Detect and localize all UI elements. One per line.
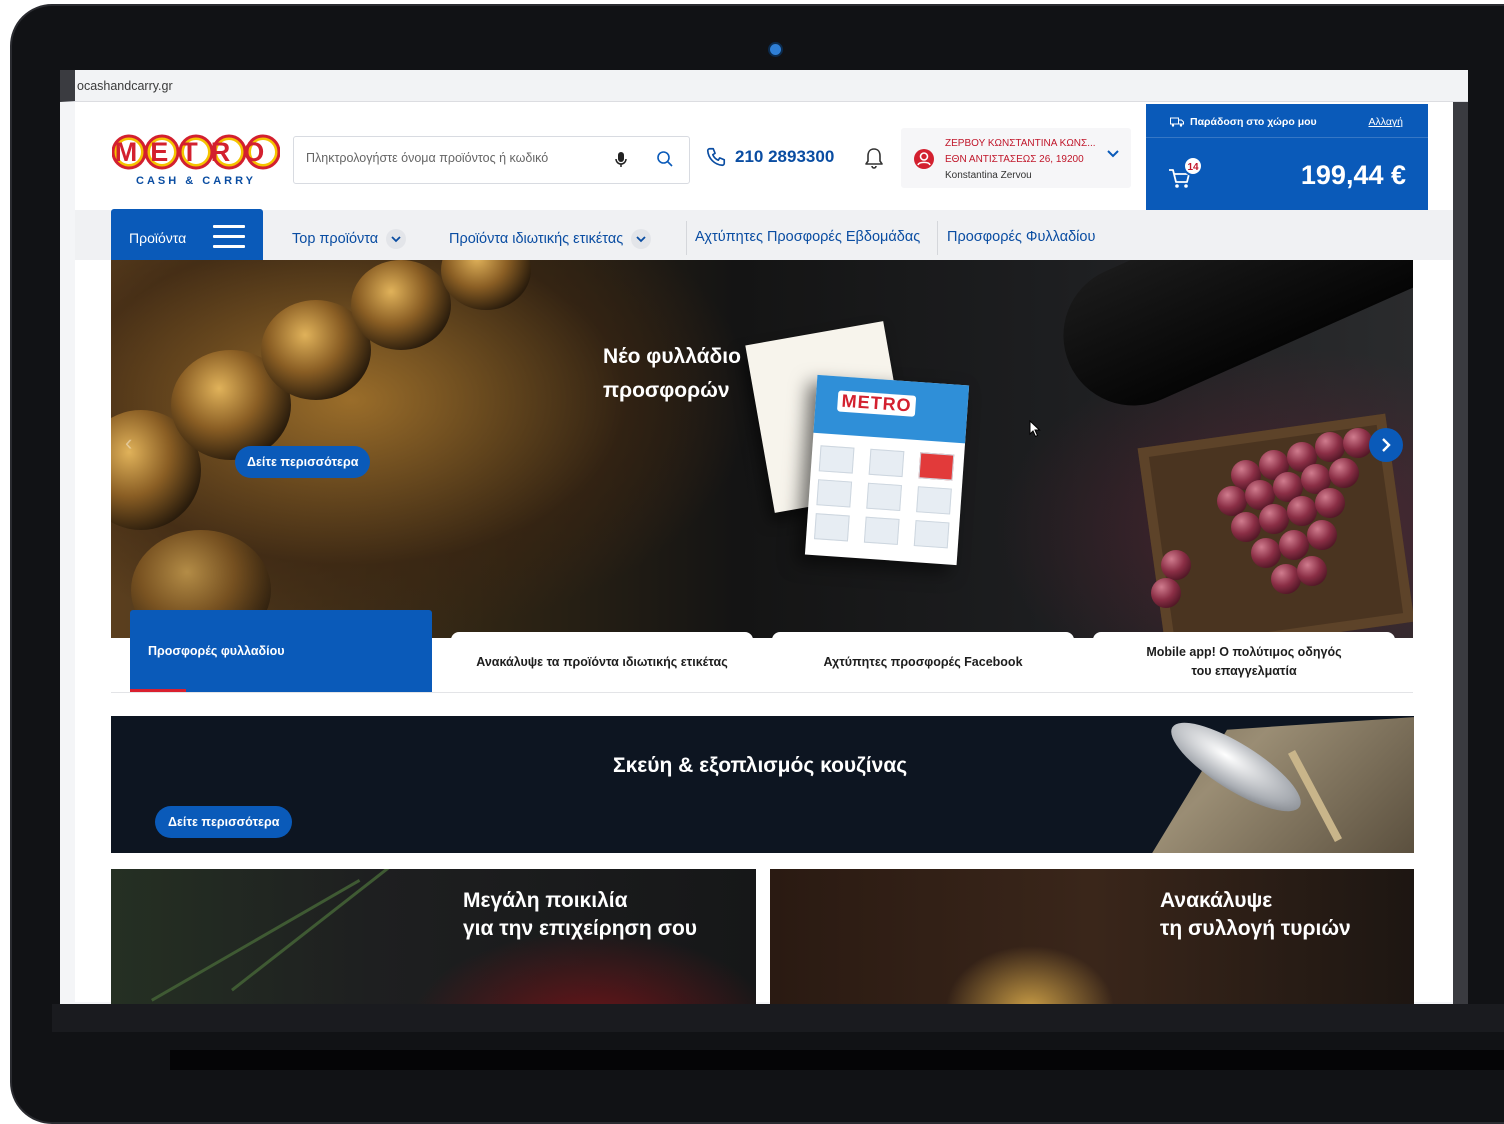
- divider: [111, 692, 1413, 693]
- chevron-down-icon: [386, 229, 407, 249]
- tab-facebook-offers[interactable]: Αχτύπητες προσφορές Facebook: [772, 632, 1074, 692]
- phone-icon: [706, 147, 726, 167]
- account-user: Konstantina Zervou: [945, 170, 1032, 181]
- delivery-option[interactable]: Παράδοση στο χώρο μου: [1170, 116, 1317, 128]
- cart-panel: Παράδοση στο χώρο μου Αλλαγή 14 199,44 €: [1146, 104, 1428, 214]
- card-title: Ανακάλυψε τη συλλογή τυριών: [1160, 887, 1351, 943]
- hero-image-element: [1279, 530, 1309, 560]
- url-text: ocashandcarry.gr: [77, 79, 173, 93]
- truck-icon: [1170, 117, 1184, 127]
- banner-see-more-button[interactable]: Δείτε περισσότερα: [155, 806, 293, 838]
- brochure-logo: METRO: [836, 390, 917, 417]
- hero-image-element: [1251, 538, 1281, 568]
- hero-image-element: [1259, 504, 1289, 534]
- brochure-image: METRO: [804, 374, 970, 566]
- account-address: ΕΘΝ ΑΝΤΙΣΤΑΣΕΩΣ 26, 19200: [945, 154, 1084, 165]
- tab-label: Mobile app! Ο πολύτιμος οδηγός του επαγγ…: [1146, 645, 1342, 678]
- tab-label: Ανακάλυψε τα προϊόντα ιδιωτικής ετικέτας: [476, 654, 728, 669]
- hero-image-element: [1231, 512, 1261, 542]
- account-selector[interactable]: ΖΕΡΒΟΥ ΚΩΝΣΤΑΝΤΙΝΑ ΚΩΝΣ... ΕΘΝ ΑΝΤΙΣΤΑΣΕ…: [901, 128, 1131, 188]
- hero-image-element: [1151, 578, 1181, 608]
- tab-mobile-app[interactable]: Mobile app! Ο πολύτιμος οδηγός του επαγγ…: [1093, 632, 1395, 692]
- hamburger-icon: [213, 225, 245, 255]
- kitchen-equipment-banner[interactable]: Σκεύη & εξοπλισμός κουζίνας Δείτε περισσ…: [111, 716, 1414, 853]
- card-title-line: για την επιχείρηση σου: [463, 917, 698, 940]
- card-title-line: τη συλλογή τυριών: [1160, 917, 1351, 940]
- logo-subtext: CASH & CARRY: [136, 175, 256, 187]
- hero-carousel[interactable]: METRO Νέο φυλλάδιο προσφορών Δείτε περισ…: [111, 260, 1413, 638]
- hero-image-element: [1297, 556, 1327, 586]
- tab-private-label[interactable]: Ανακάλυψε τα προϊόντα ιδιωτικής ετικέτας: [451, 632, 753, 692]
- hero-image-element: [1041, 260, 1413, 428]
- nav-private-label[interactable]: Προϊόντα ιδιωτικής ετικέτας: [449, 229, 652, 249]
- search-input[interactable]: [306, 151, 596, 165]
- address-bar[interactable]: ocashandcarry.gr: [60, 70, 1468, 102]
- products-label: Προϊόντα: [129, 230, 187, 246]
- laptop-base: [170, 1050, 1504, 1070]
- hero-image-element: [441, 260, 531, 310]
- hero-image-element: [1161, 550, 1191, 580]
- nav-label: Top προϊόντα: [292, 231, 379, 247]
- products-menu-button[interactable]: Προϊόντα: [111, 209, 263, 266]
- search-icon[interactable]: [656, 150, 674, 168]
- divider: [937, 221, 938, 255]
- tab-progress-indicator: [130, 689, 186, 692]
- hero-image-element: [1287, 496, 1317, 526]
- card-title-line: Ανακάλυψε: [1160, 889, 1273, 912]
- nav-label: Προσφορές Φυλλαδίου: [947, 229, 1096, 245]
- webcam: [770, 44, 781, 55]
- divider: [1146, 137, 1428, 138]
- cart-count-badge: 14: [1183, 156, 1203, 176]
- laptop-bezel-bottom: [52, 1004, 1504, 1032]
- card-image: [231, 869, 391, 992]
- variety-card[interactable]: Μεγάλη ποικιλία για την επιχείρηση σου: [111, 869, 756, 1004]
- user-icon: [914, 149, 934, 169]
- phone-contact[interactable]: 210 2893300: [705, 146, 834, 168]
- bell-icon[interactable]: [863, 146, 885, 170]
- chevron-down-icon: [1107, 150, 1119, 158]
- screen-edge: [1453, 102, 1468, 1004]
- search-box: [293, 136, 690, 184]
- hero-see-more-button[interactable]: Δείτε περισσότερα: [235, 446, 371, 478]
- logo-text: METRO: [115, 137, 278, 167]
- nav-top-products[interactable]: Top προϊόντα: [292, 229, 407, 249]
- change-delivery-link[interactable]: Αλλαγή: [1368, 116, 1403, 128]
- metro-logo[interactable]: METRO CASH & CARRY: [112, 132, 280, 188]
- hero-image-element: [1307, 520, 1337, 550]
- hero-title-line: προσφορών: [603, 379, 730, 402]
- hero-title: Νέο φυλλάδιο προσφορών: [603, 340, 741, 408]
- hero-image-element: [1329, 458, 1359, 488]
- hero-image-element: [1315, 488, 1345, 518]
- carousel-next-button[interactable]: [1369, 428, 1403, 462]
- nav-brochure-offers[interactable]: Προσφορές Φυλλαδίου: [947, 229, 1095, 245]
- hero-title-line: Νέο φυλλάδιο: [603, 345, 741, 368]
- nav-weekly-offers[interactable]: Αχτύπητες Προσφορές Εβδομάδας: [695, 229, 920, 245]
- phone-number: 210 2893300: [735, 147, 835, 166]
- tab-brochure-offers[interactable]: Προσφορές φυλλαδίου: [130, 610, 432, 692]
- mouse-cursor-icon: [1029, 420, 1041, 438]
- screen: ocashandcarry.gr METRO CASH & CARRY Πληκ…: [60, 70, 1468, 1004]
- banner-title: Σκεύη & εξοπλισμός κουζίνας: [613, 754, 908, 777]
- tab-label: Αχτύπητες προσφορές Facebook: [823, 654, 1023, 669]
- hero-image-element: [351, 260, 451, 350]
- microphone-icon[interactable]: [614, 151, 628, 169]
- divider: [686, 221, 687, 255]
- account-name: ΖΕΡΒΟΥ ΚΩΝΣΤΑΝΤΙΝΑ ΚΩΝΣ...: [945, 138, 1096, 149]
- card-title: Μεγάλη ποικιλία για την επιχείρηση σου: [463, 887, 697, 943]
- delivery-label: Παράδοση στο χώρο μου: [1190, 116, 1317, 128]
- chevron-down-icon: [631, 229, 652, 249]
- cheese-collection-card[interactable]: Ανακάλυψε τη συλλογή τυριών: [770, 869, 1414, 1004]
- web-page: METRO CASH & CARRY 210 2893300: [75, 102, 1453, 1004]
- cart-total[interactable]: 199,44 €: [1301, 160, 1406, 191]
- card-image: [151, 879, 361, 1002]
- tab-label: Προσφορές φυλλαδίου: [148, 644, 285, 658]
- nav-label: Προϊόντα ιδιωτικής ετικέτας: [449, 231, 624, 247]
- card-title-line: Μεγάλη ποικιλία: [463, 889, 628, 912]
- nav-label: Αχτύπητες Προσφορές Εβδομάδας: [695, 229, 921, 245]
- carousel-prev-icon[interactable]: ‹: [125, 430, 151, 460]
- chevron-right-icon: [1382, 438, 1391, 452]
